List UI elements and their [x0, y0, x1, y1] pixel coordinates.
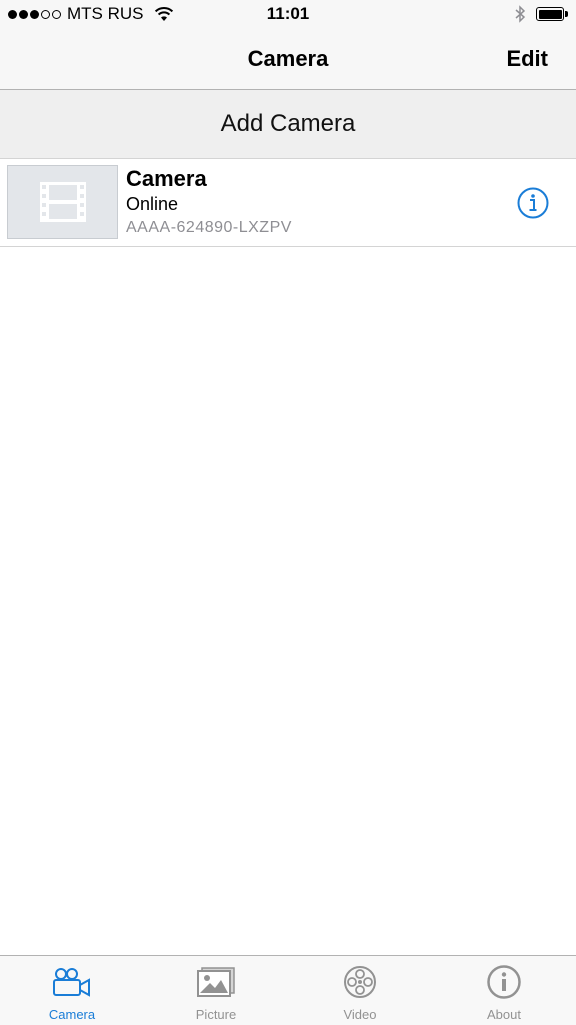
add-camera-button[interactable]: Add Camera	[0, 90, 576, 159]
tab-about[interactable]: About	[432, 956, 576, 1025]
status-bar: MTS RUS 11:01	[0, 0, 576, 30]
edit-button[interactable]: Edit	[506, 46, 548, 72]
tab-camera[interactable]: Camera	[0, 956, 144, 1025]
signal-dot	[19, 9, 28, 19]
tab-picture[interactable]: Picture	[144, 956, 288, 1025]
signal-dot	[41, 9, 50, 19]
tab-label: Picture	[195, 1007, 237, 1022]
camera-id: AAAA-624890-LXZPV	[126, 219, 292, 236]
page-title: Camera	[247, 46, 329, 71]
tab-label: About	[487, 1007, 521, 1022]
bluetooth-icon	[515, 5, 526, 23]
carrier-name: MTS RUS	[67, 4, 144, 23]
info-icon[interactable]	[517, 187, 549, 219]
battery-fill	[538, 9, 562, 19]
navigation-bar: Camera Edit	[0, 30, 576, 90]
tab-video[interactable]: Video	[288, 956, 432, 1025]
signal-strength-icon	[8, 9, 61, 19]
signal-dot	[30, 9, 39, 19]
camera-list-item[interactable]: Camera Online AAAA-624890-LXZPV	[0, 159, 576, 247]
camera-name: Camera	[126, 166, 207, 191]
wifi-icon	[154, 7, 173, 21]
tab-bar: Camera Picture Video About	[0, 955, 576, 1025]
tab-label: Video	[343, 1007, 377, 1022]
battery-icon	[536, 7, 568, 21]
film-reel-icon	[340, 965, 380, 999]
status-right	[514, 5, 568, 23]
signal-dot	[8, 9, 17, 19]
film-icon	[39, 182, 86, 222]
video-camera-icon	[52, 965, 92, 999]
picture-icon	[196, 965, 236, 999]
camera-status: Online	[126, 194, 179, 214]
camera-thumbnail	[7, 165, 118, 239]
signal-dot	[52, 9, 61, 19]
status-left: MTS RUS	[8, 4, 174, 24]
tab-label: Camera	[48, 1007, 96, 1022]
info-icon	[484, 965, 524, 999]
